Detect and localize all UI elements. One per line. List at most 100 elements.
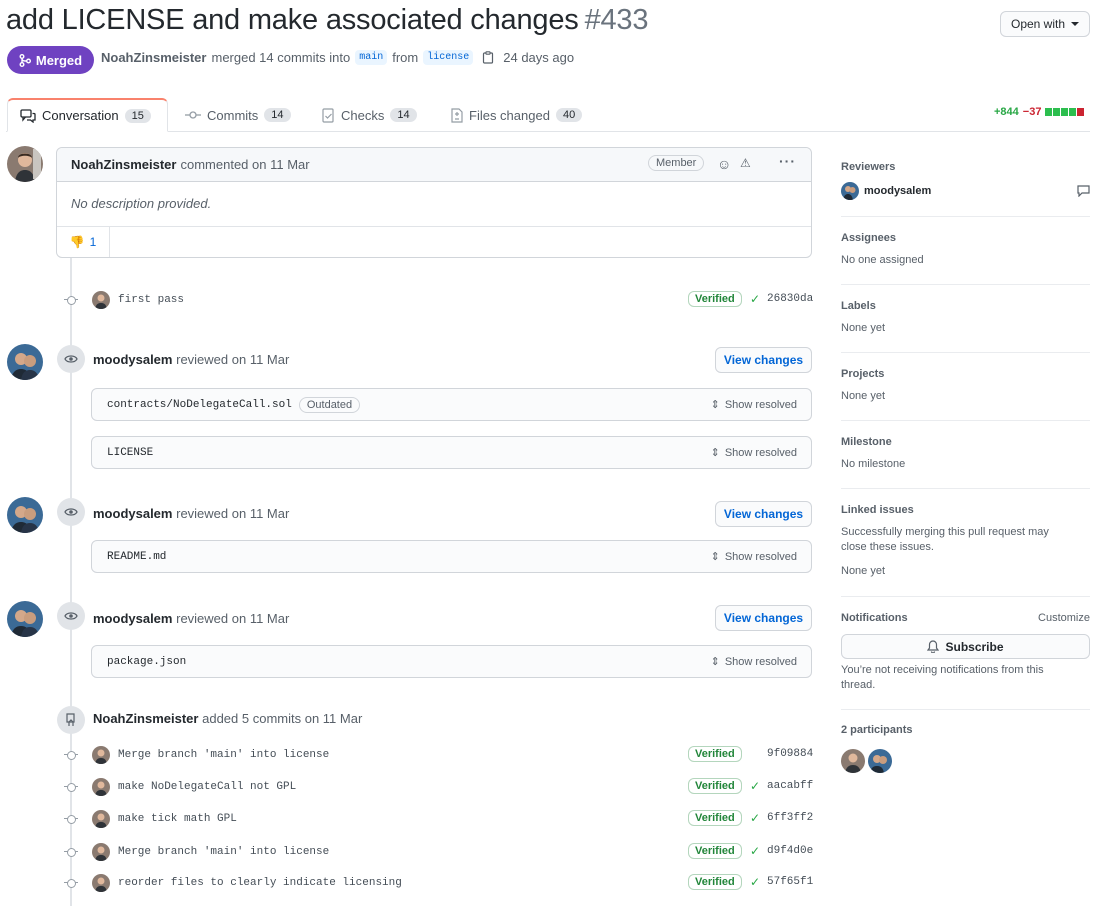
sidebar-value: None yet (841, 322, 886, 334)
avatar[interactable] (92, 874, 110, 892)
commit-sha[interactable]: 57f65f1 (767, 876, 813, 888)
diffstat-block (1045, 108, 1053, 116)
participant-avatar[interactable] (868, 749, 892, 773)
avatar[interactable] (92, 810, 110, 828)
show-resolved-label: Show resolved (724, 550, 797, 563)
report-icon[interactable]: ⚠︎ (740, 156, 751, 170)
check-icon[interactable]: ✓ (750, 875, 760, 889)
review-author[interactable]: moodysalem (93, 506, 172, 521)
file-name: LICENSE (107, 446, 154, 459)
sidebar-heading[interactable]: Milestone (841, 436, 1090, 448)
file-diff-icon (451, 107, 463, 123)
tab-counter: 14 (390, 108, 417, 122)
subscribe-button[interactable]: Subscribe (841, 634, 1090, 659)
show-resolved-button[interactable]: ⇕ Show resolved (711, 446, 797, 460)
review-author[interactable]: moodysalem (93, 611, 172, 626)
avatar[interactable] (92, 291, 110, 309)
base-branch[interactable]: main (355, 50, 388, 65)
copy-icon[interactable] (482, 51, 494, 64)
verified-badge[interactable]: Verified (688, 746, 742, 762)
commit-message[interactable]: make NoDelegateCall not GPL (118, 781, 296, 793)
review-file[interactable]: contracts/NoDelegateCall.sol Outdated ⇕ S… (91, 388, 812, 421)
commit-sha[interactable]: aacabff (767, 780, 813, 792)
show-resolved-button[interactable]: ⇕ Show resolved (711, 550, 797, 564)
commit-icon (185, 111, 201, 119)
verified-badge[interactable]: Verified (688, 874, 742, 890)
sidebar-heading[interactable]: Linked issues (841, 504, 1090, 516)
smiley-icon[interactable]: ☺ (717, 156, 731, 172)
sidebar-heading[interactable]: Assignees (841, 232, 1090, 244)
check-icon[interactable]: ✓ (750, 844, 760, 858)
commit-message[interactable]: reorder files to clearly indicate licens… (118, 877, 402, 889)
outdated-badge: Outdated (298, 396, 361, 413)
verified-badge[interactable]: Verified (688, 810, 742, 826)
avatar[interactable] (7, 497, 43, 533)
participant-avatar[interactable] (841, 749, 865, 773)
show-resolved-label: Show resolved (724, 446, 797, 459)
avatar[interactable] (841, 182, 859, 200)
review-meta[interactable]: reviewed on 11 Mar (176, 506, 289, 521)
comment-icon[interactable] (1077, 185, 1090, 197)
diffstat-block (1077, 108, 1085, 116)
open-with-button[interactable]: Open with (1000, 11, 1090, 37)
diffstat-additions: +844 (994, 106, 1019, 118)
show-resolved-button[interactable]: ⇕ Show resolved (711, 655, 797, 669)
view-changes-button[interactable]: View changes (715, 501, 812, 527)
sidebar-heading[interactable]: Reviewers (841, 161, 1090, 173)
commit-sha[interactable]: 9f09884 (767, 748, 813, 760)
avatar[interactable] (92, 843, 110, 861)
customize-link[interactable]: Customize (1038, 612, 1090, 624)
comment-author[interactable]: NoahZinsmeister (71, 157, 176, 172)
view-changes-button[interactable]: View changes (715, 347, 812, 373)
reaction-count: 1 (89, 235, 97, 249)
commit-group-author[interactable]: NoahZinsmeister (93, 711, 198, 726)
kebab-menu-icon[interactable]: ··· (779, 153, 796, 169)
comment-meta[interactable]: commented on 11 Mar (180, 157, 309, 172)
check-icon[interactable]: ✓ (750, 292, 760, 306)
tab-conversation[interactable]: Conversation 15 (7, 98, 168, 132)
avatar[interactable] (92, 746, 110, 764)
review-meta[interactable]: reviewed on 11 Mar (176, 611, 289, 626)
commit-message[interactable]: first pass (118, 294, 184, 306)
reviewer-name[interactable]: moodysalem (864, 185, 931, 197)
verified-badge[interactable]: Verified (688, 291, 742, 307)
review-meta[interactable]: reviewed on 11 Mar (176, 352, 289, 367)
verified-badge[interactable]: Verified (688, 843, 742, 859)
review-file[interactable]: README.md ⇕ Show resolved (91, 540, 812, 573)
review-file[interactable]: LICENSE ⇕ Show resolved (91, 436, 812, 469)
check-icon[interactable]: ✓ (750, 811, 760, 825)
commit-sha[interactable]: d9f4d0e (767, 845, 813, 857)
verified-badge[interactable]: Verified (688, 778, 742, 794)
commit-sha[interactable]: 26830da (767, 293, 813, 305)
merge-text: merged 14 commits into (211, 50, 351, 65)
review-file[interactable]: package.json ⇕ Show resolved (91, 645, 812, 678)
tab-commits[interactable]: Commits 14 (173, 98, 303, 132)
diffstat-bar (1045, 108, 1085, 116)
pr-author-link[interactable]: NoahZinsmeister (101, 50, 206, 65)
check-icon[interactable]: ✓ (750, 779, 760, 793)
sidebar-heading[interactable]: Labels (841, 300, 1090, 312)
avatar[interactable] (7, 146, 43, 182)
sidebar-divider (841, 420, 1090, 421)
avatar[interactable] (92, 778, 110, 796)
diffstat: +844 −37 (994, 106, 1085, 118)
show-resolved-button[interactable]: ⇕ Show resolved (711, 398, 797, 412)
tab-counter: 15 (124, 108, 151, 123)
sidebar-heading[interactable]: Projects (841, 368, 1090, 380)
avatar[interactable] (7, 344, 43, 380)
commit-message[interactable]: Merge branch 'main' into license (118, 846, 329, 858)
head-branch[interactable]: license (423, 50, 474, 65)
commit-message[interactable]: Merge branch 'main' into license (118, 749, 329, 761)
commit-message[interactable]: make tick math GPL (118, 813, 237, 825)
tab-checks[interactable]: Checks 14 (310, 98, 429, 132)
sidebar-labels: Labels None yet (841, 300, 1090, 336)
tab-files-changed[interactable]: Files changed 40 (439, 98, 594, 132)
review-header: moodysalem reviewed on 11 Mar (93, 506, 289, 521)
review-author[interactable]: moodysalem (93, 352, 172, 367)
file-name: README.md (107, 550, 167, 563)
view-changes-button[interactable]: View changes (715, 605, 812, 631)
commit-sha[interactable]: 6ff3ff2 (767, 812, 813, 824)
reaction-thumbs-down[interactable]: 👎 1 (57, 227, 110, 257)
avatar[interactable] (7, 601, 43, 637)
show-resolved-label: Show resolved (724, 655, 797, 668)
